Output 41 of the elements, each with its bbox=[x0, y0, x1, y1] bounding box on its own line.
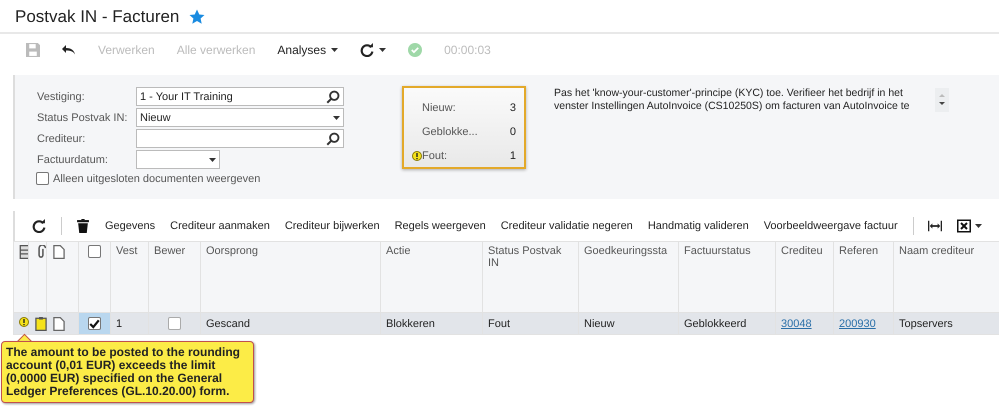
tooltip: The amount to be posted to the rounding account (0,01 EUR) exceeds the limit (0,0000 EUR) specified on the General Ledger Preferences (GL.10.20.00) form. bbox=[1, 341, 254, 403]
counter-value: 0 bbox=[508, 126, 516, 138]
column-header: Actie bbox=[380, 242, 482, 312]
table-cell: Gescand bbox=[200, 312, 380, 334]
window-title: Postvak IN - Facturen bbox=[15, 7, 180, 27]
toolbar-button[interactable]: Handmatig valideren bbox=[648, 220, 749, 232]
field-label: Factuurdatum: bbox=[37, 154, 109, 166]
column-header: Vest bbox=[110, 242, 148, 312]
counter-value: 1 bbox=[508, 150, 516, 162]
toolbar-button[interactable]: Crediteur bijwerken bbox=[284, 220, 380, 232]
column-header: Factuurstatus bbox=[678, 242, 776, 312]
field-label: Crediteur: bbox=[37, 132, 86, 144]
toolbar-button[interactable]: Regels weergeven bbox=[394, 220, 486, 232]
counter-label: Nieuw: bbox=[422, 102, 457, 114]
field-label: Vestiging: bbox=[37, 90, 86, 102]
toolbar-button[interactable]: Voorbeeldweergave factuur bbox=[764, 220, 898, 232]
table-cell: 1 bbox=[110, 312, 148, 334]
table-cell: Nieuw bbox=[578, 312, 678, 334]
column-header: Status Postvak IN bbox=[482, 242, 578, 312]
table-cell: Geblokkeerd bbox=[678, 312, 776, 334]
counter-label: Geblokke... bbox=[422, 126, 479, 138]
toolbar-button[interactable]: Crediteur validatie negeren bbox=[500, 220, 633, 232]
counter-label: Fout: bbox=[422, 150, 448, 162]
column-header: Oorsprong bbox=[200, 242, 380, 312]
table-cell: Blokkeren bbox=[380, 312, 482, 334]
column-header: Naam crediteur bbox=[894, 242, 999, 312]
checkbox-label: Alleen uitgesloten documenten weergeven bbox=[53, 172, 260, 184]
toolbar-button[interactable]: Crediteur aanmaken bbox=[170, 220, 270, 232]
menu-button[interactable]: Analyses bbox=[277, 43, 338, 57]
column-header: Bewer bbox=[148, 242, 200, 312]
lookup-field[interactable]: 1 - Your IT Training bbox=[136, 87, 344, 106]
column-header: Crediteu bbox=[776, 242, 834, 312]
toolbar-button[interactable]: Gegevens bbox=[105, 220, 156, 232]
notice-text: Pas het 'know-your-customer'-principe (KYC) toe. Verifieer het bedrijf in het venster Instellingen AutoInvoice (CS10250S) om facturen van AutoInvoice te bbox=[554, 87, 910, 113]
field-label: Status Postvak IN: bbox=[37, 112, 128, 124]
counter-value: 3 bbox=[508, 102, 516, 114]
table-cell: Fout bbox=[482, 312, 578, 334]
dropdown-field[interactable]: Nieuw bbox=[136, 108, 344, 127]
table-cell: Topservers bbox=[894, 312, 999, 334]
column-header: Referen bbox=[834, 242, 894, 312]
column-header: Goedkeuringssta bbox=[578, 242, 678, 312]
